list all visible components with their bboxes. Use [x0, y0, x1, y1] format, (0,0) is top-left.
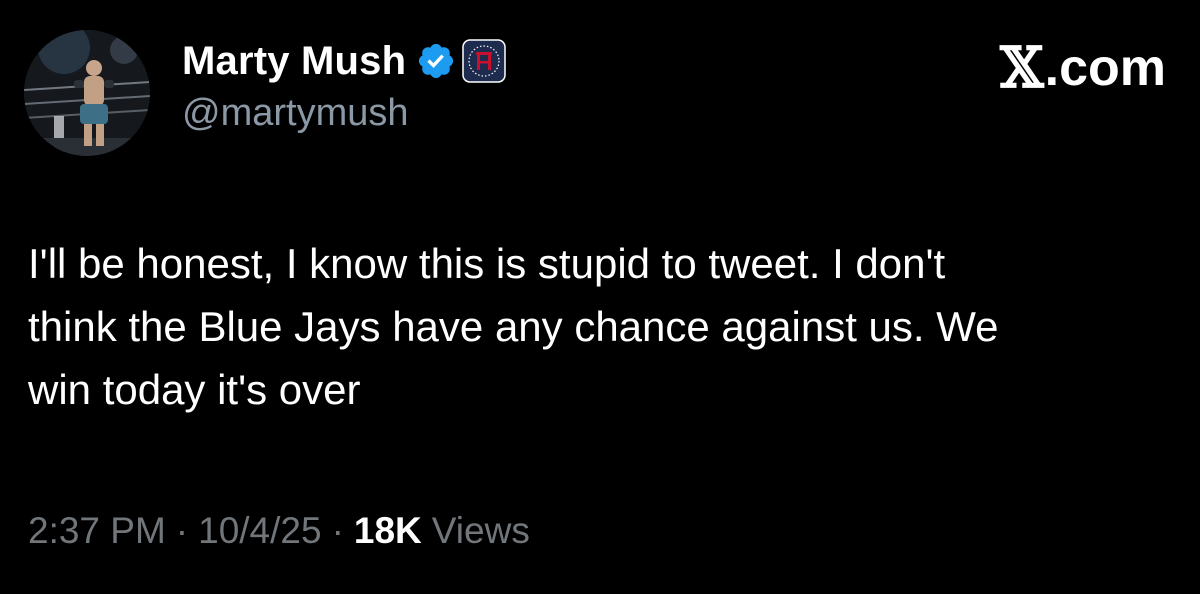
avatar[interactable]: [24, 30, 150, 156]
separator: ·: [175, 510, 189, 551]
tweet-card: Marty Mush @martymush 𝕏 .com I'll be hon…: [0, 0, 1200, 594]
separator: ·: [331, 510, 344, 551]
tweet-text: I'll be honest, I know this is stupid to…: [28, 240, 999, 413]
x-logo-icon: 𝕏: [1000, 35, 1044, 101]
avatar-photo-icon: [24, 30, 150, 156]
tweet-time[interactable]: 2:37 PM: [28, 510, 166, 552]
views-label: Views: [431, 510, 530, 551]
brand-suffix: .com: [1044, 39, 1166, 97]
tweet-meta: 2:37 PM · 10/4/25 · 18K Views: [28, 506, 530, 556]
name-row: Marty Mush: [182, 36, 506, 86]
verified-badge-icon[interactable]: [416, 41, 456, 81]
display-name[interactable]: Marty Mush: [182, 39, 406, 84]
barstool-logo-icon[interactable]: [462, 39, 506, 83]
author-handle[interactable]: @martymush: [182, 92, 506, 135]
author-header: Marty Mush @martymush: [182, 36, 506, 135]
tweet-date[interactable]: 10/4/25: [198, 510, 321, 552]
views-count[interactable]: 18K: [354, 510, 422, 552]
x-com-brand: 𝕏 .com: [1000, 38, 1166, 98]
